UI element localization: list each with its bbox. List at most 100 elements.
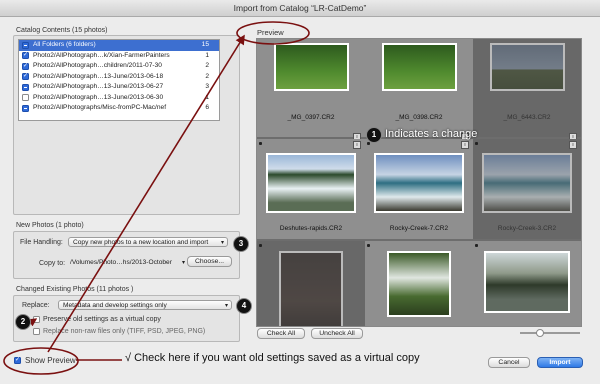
callout-4: 4 (236, 298, 252, 314)
metadata-badge-icon: ≡ (461, 141, 469, 149)
import-button[interactable]: Import (537, 357, 583, 368)
preview-grid: ≡ _MG_0397.CR2 ≡ _MG_0398.CR2 ≡ _MG_6443.CR2 ≡… (256, 38, 582, 327)
import-checkbox[interactable] (259, 244, 262, 247)
thumbnail-caption: Rocky-Creek-3.CR2 (497, 225, 557, 232)
photo-thumbnail[interactable] (489, 43, 565, 91)
title-bar: Import from Catalog “LR-CatDemo” (0, 0, 600, 17)
thumbnail-size-slider[interactable] (520, 329, 580, 337)
thumbnail-cell[interactable]: ≡ Rocky-Creek-3.CR2 (473, 139, 581, 239)
import-checkbox[interactable] (367, 244, 370, 247)
replace-label: Replace: (22, 302, 50, 309)
note-indicates-change: Indicates a change (385, 128, 478, 140)
photo-thumbnail[interactable] (381, 43, 457, 91)
show-preview-checkbox[interactable]: ✓ (14, 357, 21, 364)
photo-thumbnail[interactable] (374, 153, 464, 213)
folder-row[interactable]: ✓ Photo2/AllPhotograph…13-June/2013-06-18… (19, 72, 219, 83)
note-virtual-copy: √ Check here if you want old settings sa… (125, 352, 420, 364)
import-dialog: Import from Catalog “LR-CatDemo” Catalog… (0, 0, 600, 384)
replace-nonraw-label: Replace non-raw files only (TIFF, PSD, J… (43, 328, 206, 335)
file-handling-label: File Handling: (20, 239, 63, 246)
import-checkbox[interactable] (475, 142, 478, 145)
folder-count: 1 (205, 93, 209, 101)
folder-checkbox[interactable]: ✓ (22, 52, 29, 59)
thumbnail-caption: Deshutes-rapids.CR2 (279, 225, 343, 232)
check-all-button[interactable]: Check All (257, 328, 305, 339)
file-handling-popup[interactable]: Copy new photos to a new location and im… (68, 237, 228, 247)
folder-row[interactable]: ✓ Photo2/AllPhotograph…children/2011-07-3… (19, 61, 219, 72)
replace-value: Metadata and develop settings only (63, 302, 167, 309)
folder-row[interactable]: All Folders (6 folders) 15 (19, 40, 219, 51)
folder-checkbox[interactable] (22, 94, 29, 101)
thumbnail-cell[interactable] (365, 241, 473, 326)
catalog-folder-list[interactable]: All Folders (6 folders) 15 ✓ Photo2/AllPhot… (18, 39, 220, 121)
folder-path: Photo2/AllPhotograph…k/Xian-FarmerPainte… (33, 51, 170, 59)
preview-heading: Preview (257, 28, 284, 37)
replace-popup[interactable]: Metadata and develop settings only ▾ (58, 300, 232, 310)
cancel-button[interactable]: Cancel (488, 357, 530, 368)
folder-path: All Folders (6 folders) (33, 41, 96, 48)
folder-row[interactable]: Photo2/AllPhotographs/Misc-fromPC-Mac/ne… (19, 103, 219, 114)
thumbnail-cell[interactable]: ≡ _MG_0397.CR2 (257, 39, 365, 141)
thumbnail-caption: _MG_6443.CR2 (503, 114, 551, 121)
callout-3: 3 (233, 236, 249, 252)
folder-path: Photo2/AllPhotograph…13-June/2013-06-18 (33, 72, 164, 80)
callout-2: 2 (15, 314, 31, 330)
uncheck-all-button[interactable]: Uncheck All (311, 328, 363, 339)
chevron-down-icon: ▾ (181, 260, 185, 266)
photo-thumbnail[interactable] (387, 251, 451, 317)
metadata-badge-icon: ≡ (353, 141, 361, 149)
folder-row[interactable]: ✓ Photo2/AllPhotograph…k/Xian-FarmerPaint… (19, 51, 219, 62)
folder-count: 6 (205, 104, 209, 111)
folder-row[interactable]: Photo2/AllPhotograph…13-June/2013-06-30 1 (19, 93, 219, 104)
thumbnail-cell[interactable]: ≡ _MG_6443.CR2 (473, 39, 581, 141)
folder-path: Photo2/AllPhotograph…13-June/2013-06-30 (33, 93, 164, 101)
thumbnail-caption: _MG_0398.CR2 (395, 114, 443, 121)
copy-to-value: /Volumes/Photo…hs/2013-October (70, 259, 172, 266)
import-checkbox[interactable] (367, 142, 370, 145)
thumbnail-cell[interactable]: ≡ Rocky-Creek-7.CR2 (365, 139, 473, 239)
file-handling-value: Copy new photos to a new location and im… (73, 239, 209, 246)
photo-thumbnail[interactable] (266, 153, 356, 213)
replace-nonraw-checkbox[interactable] (33, 328, 40, 335)
photo-thumbnail[interactable] (273, 43, 349, 91)
preserve-virtual-copy-label: Preserve old settings as a virtual copy (43, 316, 161, 323)
copy-to-popup[interactable]: /Volumes/Photo…hs/2013-October ▾ (66, 258, 188, 268)
chevron-down-icon: ▾ (224, 303, 228, 309)
folder-checkbox[interactable]: ✓ (22, 73, 29, 80)
thumbnail-caption: _MG_0397.CR2 (287, 114, 335, 121)
metadata-badge-icon: ≡ (569, 141, 577, 149)
thumbnail-cell[interactable]: ≡ Deshutes-rapids.CR2 (257, 139, 365, 239)
slider-thumb[interactable] (536, 329, 544, 337)
thumbnail-cell[interactable] (473, 241, 581, 326)
folder-checkbox[interactable] (22, 104, 29, 112)
choose-button[interactable]: Choose... (187, 256, 232, 267)
new-photos-heading: New Photos (1 photo) (16, 222, 84, 229)
folder-path: Photo2/AllPhotograph…13-June/2013-06-27 (33, 83, 164, 90)
folder-checkbox[interactable]: ✓ (22, 62, 29, 70)
preserve-virtual-copy-checkbox[interactable] (33, 316, 40, 323)
thumbnail-caption: Rocky-Creek-7.CR2 (389, 225, 449, 232)
folder-count: 15 (201, 41, 209, 48)
folder-count: 1 (205, 51, 209, 59)
folder-checkbox[interactable] (22, 41, 29, 49)
chevron-down-icon: ▾ (220, 240, 224, 246)
thumbnail-cell[interactable] (257, 241, 365, 326)
changed-heading: Changed Existing Photos (11 photos ) (16, 286, 134, 293)
import-checkbox[interactable] (259, 142, 262, 145)
folder-count: 2 (205, 72, 209, 80)
folder-count: 3 (205, 83, 209, 90)
photo-thumbnail[interactable] (484, 251, 570, 313)
folder-checkbox[interactable] (22, 83, 29, 91)
thumbnail-cell[interactable]: ≡ _MG_0398.CR2 (365, 39, 473, 141)
photo-thumbnail[interactable] (482, 153, 572, 213)
callout-1: 1 (366, 127, 382, 143)
folder-count: 2 (205, 62, 209, 69)
catalog-heading: Catalog Contents (15 photos) (16, 27, 108, 34)
photo-thumbnail[interactable] (279, 251, 343, 326)
folder-row[interactable]: Photo2/AllPhotograph…13-June/2013-06-27 3 (19, 82, 219, 93)
import-checkbox[interactable] (475, 244, 478, 247)
copy-to-label: Copy to: (39, 260, 66, 267)
folder-path: Photo2/AllPhotograph…children/2011-07-30 (33, 62, 162, 69)
window-title: Import from Catalog “LR-CatDemo” (233, 3, 367, 13)
folder-path: Photo2/AllPhotographs/Misc-fromPC-Mac/ne… (33, 104, 167, 111)
